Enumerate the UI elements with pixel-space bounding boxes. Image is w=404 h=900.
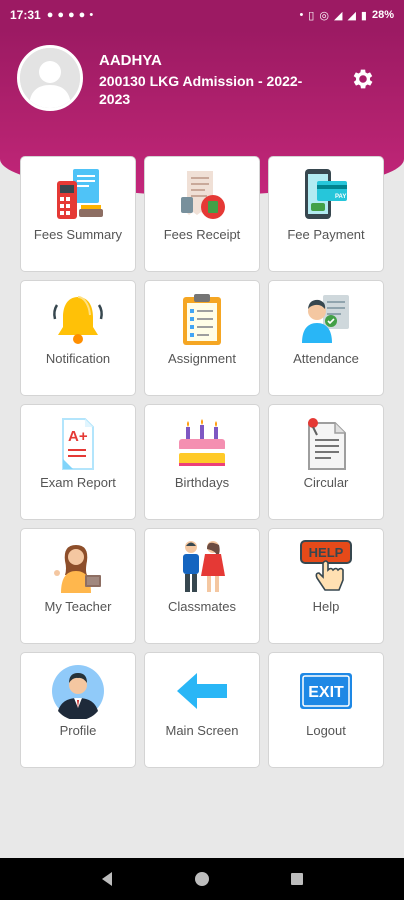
dot-icon: • (89, 9, 94, 21)
fee-payment-icon: PAY (296, 167, 356, 223)
status-bar: 17:31 ● ● ● ● • • ▯ ◎ ◢ ◢ ▮ 28% (0, 0, 404, 30)
menu-help[interactable]: HELP Help (268, 528, 384, 644)
menu-label: Assignment (168, 351, 236, 366)
back-arrow-icon (172, 663, 232, 719)
battery-icon: ▮ (360, 9, 367, 22)
signal-icon: ◢ (347, 9, 356, 22)
cake-icon (172, 415, 232, 471)
menu-label: Logout (306, 723, 346, 738)
system-nav-bar (0, 858, 404, 900)
location-icon: • (299, 9, 304, 21)
menu-exam-report[interactable]: A+ Exam Report (20, 404, 136, 520)
telegram-icon: ● (68, 9, 75, 21)
classmates-icon (172, 539, 232, 595)
menu-label: Fees Receipt (163, 227, 241, 242)
fees-summary-icon (48, 167, 108, 223)
exit-icon: EXIT (296, 663, 356, 719)
bell-icon (48, 291, 108, 347)
menu-label: Help (312, 599, 340, 614)
compass-icon: ● (78, 9, 86, 21)
menu-fees-receipt[interactable]: Fees Receipt (144, 156, 260, 272)
menu-label: Main Screen (165, 723, 239, 738)
menu-attendance[interactable]: Attendance (268, 280, 384, 396)
help-icon: HELP (296, 539, 356, 595)
menu-label: Birthdays (174, 475, 230, 490)
menu-label: My Teacher (44, 599, 112, 614)
student-class: 200130 LKG Admission - 2022-2023 (99, 73, 303, 107)
nav-home-icon[interactable] (182, 864, 222, 894)
teacher-icon (48, 539, 108, 595)
menu-label: Fees Summary (33, 227, 123, 242)
gear-icon[interactable] (350, 66, 376, 92)
profile-icon (48, 663, 108, 719)
clipboard-icon (172, 291, 232, 347)
menu-profile[interactable]: Profile (20, 652, 136, 768)
menu-classmates[interactable]: Classmates (144, 528, 260, 644)
vibrate-icon: ▯ (308, 9, 315, 22)
svg-text:EXIT: EXIT (308, 684, 344, 701)
menu-label: Fee Payment (287, 227, 365, 242)
menu-label: Exam Report (40, 475, 116, 490)
menu-fees-summary[interactable]: Fees Summary (20, 156, 136, 272)
menu-main-screen[interactable]: Main Screen (144, 652, 260, 768)
menu-label: Profile (59, 723, 97, 738)
menu-label: Attendance (293, 351, 359, 366)
menu-label: Circular (303, 475, 349, 490)
attendance-icon (296, 291, 356, 347)
fees-receipt-icon (172, 167, 232, 223)
svg-text:A+: A+ (68, 428, 88, 445)
battery-level: 28% (371, 9, 394, 21)
menu-my-teacher[interactable]: My Teacher (20, 528, 136, 644)
menu-notification[interactable]: Notification (20, 280, 136, 396)
menu-circular[interactable]: Circular (268, 404, 384, 520)
circular-icon (296, 415, 356, 471)
avatar[interactable] (17, 45, 83, 111)
wifi-icon: ◢ (333, 9, 343, 22)
menu-fee-payment[interactable]: PAY Fee Payment (268, 156, 384, 272)
nav-back-icon[interactable] (87, 864, 127, 894)
menu-grid: Fees Summary Fees Receipt PAY Fee Paymen… (20, 156, 385, 768)
messenger-icon: ● (57, 9, 65, 21)
menu-label: Notification (45, 351, 111, 366)
menu-assignment[interactable]: Assignment (144, 280, 260, 396)
status-time: 17:31 (10, 8, 41, 22)
notification-icons: ● ● ● ● • (47, 9, 93, 21)
svg-text:HELP: HELP (309, 545, 344, 560)
exam-report-icon: A+ (48, 415, 108, 471)
menu-logout[interactable]: EXIT Logout (268, 652, 384, 768)
vowifi-icon: ◎ (319, 9, 329, 22)
svg-text:PAY: PAY (335, 194, 346, 200)
chat-icon: ● (46, 9, 54, 21)
nav-recents-icon[interactable] (277, 864, 317, 894)
student-name: AADHYA (99, 52, 162, 69)
menu-birthdays[interactable]: Birthdays (144, 404, 260, 520)
menu-label: Classmates (168, 599, 236, 614)
